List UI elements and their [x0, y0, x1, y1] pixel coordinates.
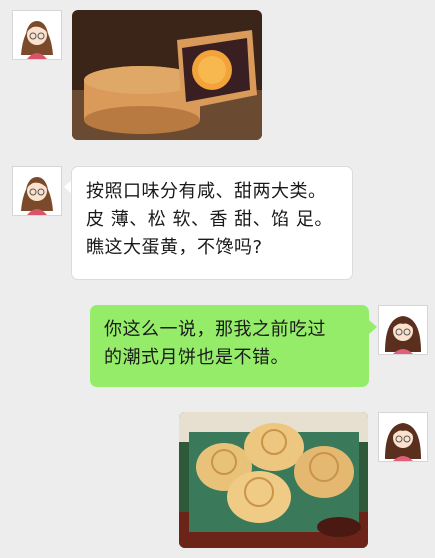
avatar[interactable] [378, 305, 428, 355]
message-bubble[interactable]: 你这么一说，那我之前吃过 的潮式月饼也是不错。 [90, 305, 369, 387]
message-text: 你这么一说，那我之前吃过 [104, 319, 326, 340]
message-text: 的潮式月饼也是不错。 [104, 347, 289, 368]
message-text: 皮 薄、松 软、香 甜、馅 足。 [86, 209, 333, 230]
mooncake-photo[interactable] [72, 10, 262, 140]
message-text: 瞧这大蛋黄，不馋吗? [86, 237, 263, 258]
avatar[interactable] [12, 166, 62, 216]
bubble-tail [369, 320, 377, 334]
avatar[interactable] [378, 412, 428, 462]
message-bubble[interactable]: 按照口味分有咸、甜两大类。 皮 薄、松 软、香 甜、馅 足。 瞧这大蛋黄，不馋吗… [71, 166, 353, 280]
message-text: 按照口味分有咸、甜两大类。 [86, 181, 327, 202]
avatar[interactable] [12, 10, 62, 60]
flaky-mooncake-photo[interactable] [179, 412, 368, 548]
